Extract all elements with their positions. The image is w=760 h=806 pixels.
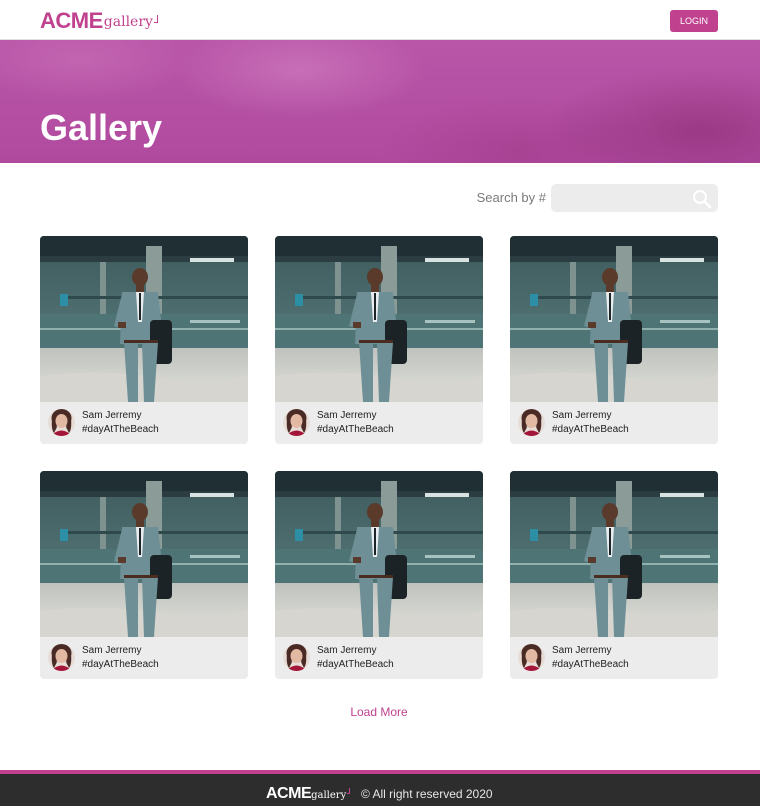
- card-hashtag[interactable]: #dayAtTheBeach: [552, 658, 629, 671]
- gallery-card[interactable]: Sam Jerremy #dayAtTheBeach: [510, 471, 718, 679]
- gallery-card[interactable]: Sam Jerremy #dayAtTheBeach: [510, 236, 718, 444]
- footer-logo-mark-icon: [347, 788, 351, 794]
- card-author-name: Sam Jerremy: [82, 410, 142, 421]
- gallery-card[interactable]: Sam Jerremy #dayAtTheBeach: [40, 471, 248, 679]
- card-hashtag[interactable]: #dayAtTheBeach: [82, 423, 159, 436]
- card-hashtag[interactable]: #dayAtTheBeach: [82, 658, 159, 671]
- page-title: Gallery: [40, 107, 163, 148]
- gallery-photo[interactable]: [40, 471, 248, 637]
- footer: ACME gallery © All right reserved 2020: [0, 770, 760, 806]
- gallery-photo[interactable]: [510, 471, 718, 637]
- avatar: [518, 409, 545, 436]
- login-button[interactable]: LOGIN: [670, 10, 718, 32]
- search-label: Search by #: [476, 190, 546, 205]
- load-more-button[interactable]: Load More: [330, 704, 428, 720]
- card-hashtag[interactable]: #dayAtTheBeach: [317, 658, 394, 671]
- gallery-photo[interactable]: [40, 236, 248, 402]
- top-navbar: ACME gallery LOGIN: [0, 0, 760, 40]
- gallery-photo[interactable]: [275, 471, 483, 637]
- card-hashtag[interactable]: #dayAtTheBeach: [552, 423, 629, 436]
- footer-logo-primary-text: ACME: [266, 785, 312, 802]
- avatar: [48, 644, 75, 671]
- gallery-card[interactable]: Sam Jerremy #dayAtTheBeach: [40, 236, 248, 444]
- copyright-text: © All right reserved 2020: [361, 787, 493, 801]
- gallery-card[interactable]: Sam Jerremy #dayAtTheBeach: [275, 471, 483, 679]
- search-input[interactable]: [559, 188, 687, 208]
- gallery-photo[interactable]: [275, 236, 483, 402]
- logo-secondary-text: gallery: [103, 14, 153, 30]
- footer-logo-secondary-text: gallery: [311, 790, 347, 801]
- avatar: [283, 644, 310, 671]
- avatar: [518, 644, 545, 671]
- card-author-name: Sam Jerremy: [317, 410, 377, 421]
- card-author-name: Sam Jerremy: [317, 645, 377, 656]
- card-author-name: Sam Jerremy: [552, 410, 612, 421]
- acme-gallery-logo[interactable]: ACME gallery: [40, 7, 158, 33]
- avatar: [283, 409, 310, 436]
- card-author-name: Sam Jerremy: [552, 645, 612, 656]
- card-author-name: Sam Jerremy: [82, 645, 142, 656]
- logo-mark-icon: [153, 15, 158, 23]
- hero-banner: Gallery: [0, 40, 760, 163]
- gallery-card[interactable]: Sam Jerremy #dayAtTheBeach: [275, 236, 483, 444]
- search-icon[interactable]: [692, 189, 712, 209]
- footer-logo[interactable]: ACME gallery: [266, 785, 351, 803]
- gallery-photo[interactable]: [510, 236, 718, 402]
- card-hashtag[interactable]: #dayAtTheBeach: [317, 423, 394, 436]
- avatar: [48, 409, 75, 436]
- logo-primary-text: ACME: [40, 8, 103, 33]
